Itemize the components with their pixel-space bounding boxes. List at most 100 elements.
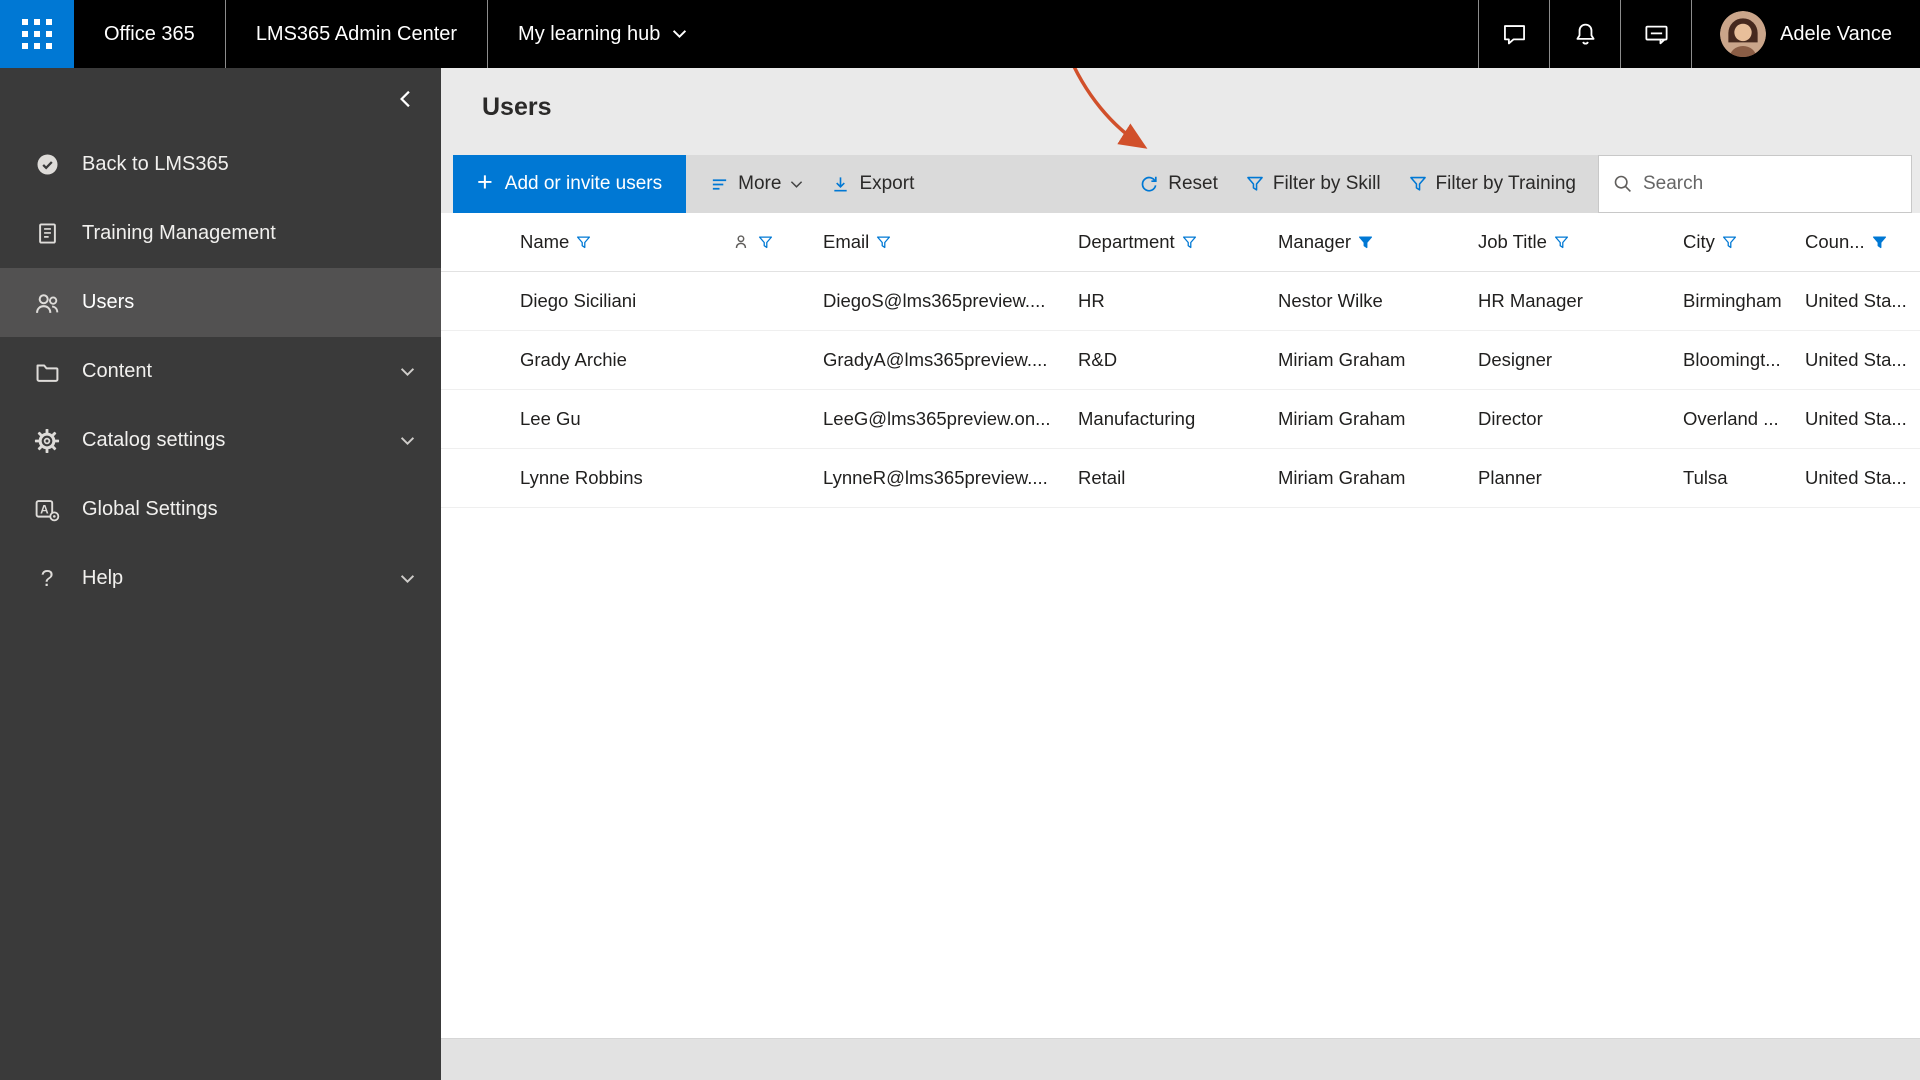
cell-job-title: HR Manager <box>1478 290 1583 311</box>
horizontal-scrollbar-track[interactable] <box>441 1038 1920 1080</box>
cell-city: Birmingham <box>1683 290 1782 311</box>
column-header-city[interactable]: City <box>1683 231 1805 253</box>
reset-label: Reset <box>1168 173 1218 194</box>
cell-job-title: Planner <box>1478 467 1542 488</box>
search-input[interactable] <box>1643 173 1897 195</box>
column-label: Email <box>823 231 870 252</box>
training-icon <box>33 220 61 248</box>
sidebar-item-label: Global Settings <box>82 498 218 520</box>
hub-menu-label: My learning hub <box>518 22 661 45</box>
funnel-icon[interactable] <box>758 235 773 250</box>
column-label: Department <box>1078 231 1175 252</box>
plus-icon: + <box>477 167 493 197</box>
cell-city: Tulsa <box>1683 467 1728 488</box>
table-row[interactable]: Lee Gu LeeG@lms365preview.on... Manufact… <box>441 390 1920 449</box>
table-row[interactable]: Lynne Robbins LynneR@lms365preview.... R… <box>441 449 1920 508</box>
table-row[interactable]: Grady Archie GradyA@lms365preview.... R&… <box>441 331 1920 390</box>
add-or-invite-users-label: Add or invite users <box>504 173 663 194</box>
sidebar-item-help[interactable]: ? Help <box>0 544 441 613</box>
admin-center-label: LMS365 Admin Center <box>255 22 458 45</box>
avatar <box>1720 11 1767 57</box>
filter-by-training-button[interactable]: Filter by Training <box>1395 155 1590 213</box>
funnel-filled-icon[interactable] <box>1872 235 1887 250</box>
svg-text:A: A <box>40 502 49 516</box>
chat-button[interactable] <box>1479 0 1549 68</box>
sidebar-item-label: Catalog settings <box>82 429 226 451</box>
filter-by-skill-button[interactable]: Filter by Skill <box>1232 155 1395 213</box>
filter-by-skill-label: Filter by Skill <box>1272 173 1381 194</box>
cell-country: United Sta... <box>1805 467 1907 488</box>
sidebar-collapse-row <box>0 68 441 130</box>
sidebar-item-global-settings[interactable]: A Global Settings <box>0 475 441 544</box>
reset-button[interactable]: Reset <box>1065 50 1232 213</box>
sidebar-item-users[interactable]: Users <box>0 268 441 337</box>
funnel-icon <box>1409 176 1426 191</box>
command-strip: More Export Reset Filter by Skill Filter… <box>686 50 1598 213</box>
column-header-presence[interactable] <box>735 234 823 250</box>
column-header-email[interactable]: Email <box>823 231 1078 253</box>
funnel-icon[interactable] <box>576 235 591 250</box>
hub-menu[interactable]: My learning hub <box>488 0 717 68</box>
page-title: Users <box>482 93 552 121</box>
funnel-filled-icon[interactable] <box>1358 235 1373 250</box>
funnel-icon[interactable] <box>1722 235 1737 250</box>
office365-brand-label: Office 365 <box>104 22 195 45</box>
column-header-name[interactable]: Name <box>520 231 735 253</box>
column-header-manager[interactable]: Manager <box>1278 231 1478 253</box>
user-name: Adele Vance <box>1780 22 1892 45</box>
sidebar-item-catalog-settings[interactable]: Catalog settings <box>0 406 441 475</box>
column-header-country[interactable]: Coun... <box>1805 231 1920 253</box>
cell-name: Lee Gu <box>520 408 581 429</box>
funnel-icon[interactable] <box>1554 235 1569 250</box>
feedback-button[interactable] <box>1621 0 1691 68</box>
cell-department: Manufacturing <box>1078 408 1196 429</box>
column-header-department[interactable]: Department <box>1078 231 1278 253</box>
export-button[interactable]: Export <box>817 155 928 213</box>
funnel-icon <box>1247 176 1263 191</box>
app-launcher-button[interactable] <box>0 0 74 68</box>
sidebar-item-label: Training Management <box>82 222 276 244</box>
command-bar: + Add or invite users More Export Reset … <box>441 50 1920 213</box>
chevron-down-icon <box>791 180 803 188</box>
cell-country: United Sta... <box>1805 408 1907 429</box>
chevron-left-icon <box>400 90 410 108</box>
cell-manager: Miriam Graham <box>1278 408 1406 429</box>
users-icon <box>33 289 61 317</box>
feedback-icon <box>1645 25 1668 44</box>
sidebar-item-training-management[interactable]: Training Management <box>0 199 441 268</box>
sidebar: Back to LMS365 Training Management Users <box>0 68 441 1080</box>
cell-department: R&D <box>1078 349 1118 370</box>
person-icon <box>735 235 747 248</box>
admin-center-title[interactable]: LMS365 Admin Center <box>226 0 487 68</box>
column-label: Job Title <box>1478 231 1547 252</box>
column-header-job-title[interactable]: Job Title <box>1478 231 1683 253</box>
cell-job-title: Director <box>1478 408 1543 429</box>
sidebar-item-label: Content <box>82 360 153 382</box>
topbar: Office 365 LMS365 Admin Center My learni… <box>0 0 1920 68</box>
cell-country: United Sta... <box>1805 349 1907 370</box>
refresh-icon <box>1141 176 1157 192</box>
sidebar-item-content[interactable]: Content <box>0 337 441 406</box>
sidebar-item-back-to-lms365[interactable]: Back to LMS365 <box>0 130 441 199</box>
cell-name: Grady Archie <box>520 349 627 370</box>
cell-email: LeeG@lms365preview.on... <box>823 408 1051 429</box>
funnel-icon[interactable] <box>876 235 891 250</box>
cell-manager: Nestor Wilke <box>1278 290 1383 311</box>
chat-icon <box>1503 24 1525 44</box>
cell-job-title: Designer <box>1478 349 1553 370</box>
add-or-invite-users-button[interactable]: + Add or invite users <box>453 155 687 213</box>
office365-brand[interactable]: Office 365 <box>74 0 225 68</box>
sidebar-item-label: Help <box>82 567 124 589</box>
table-row[interactable]: Diego Siciliani DiegoS@lms365preview....… <box>441 272 1920 331</box>
search-box <box>1598 155 1912 213</box>
more-button[interactable]: More <box>696 155 817 213</box>
main-content: Users + Add or invite users More Export … <box>441 50 1920 1080</box>
sidebar-item-label: Back to LMS365 <box>82 153 229 175</box>
table-header-row: Name Email Department Manager Job Title … <box>441 213 1920 272</box>
funnel-icon[interactable] <box>1182 235 1197 250</box>
collapse-sidebar-button[interactable] <box>399 90 411 108</box>
notifications-button[interactable] <box>1550 0 1620 68</box>
column-label: Manager <box>1278 231 1352 252</box>
account-menu[interactable]: Adele Vance <box>1692 0 1920 68</box>
